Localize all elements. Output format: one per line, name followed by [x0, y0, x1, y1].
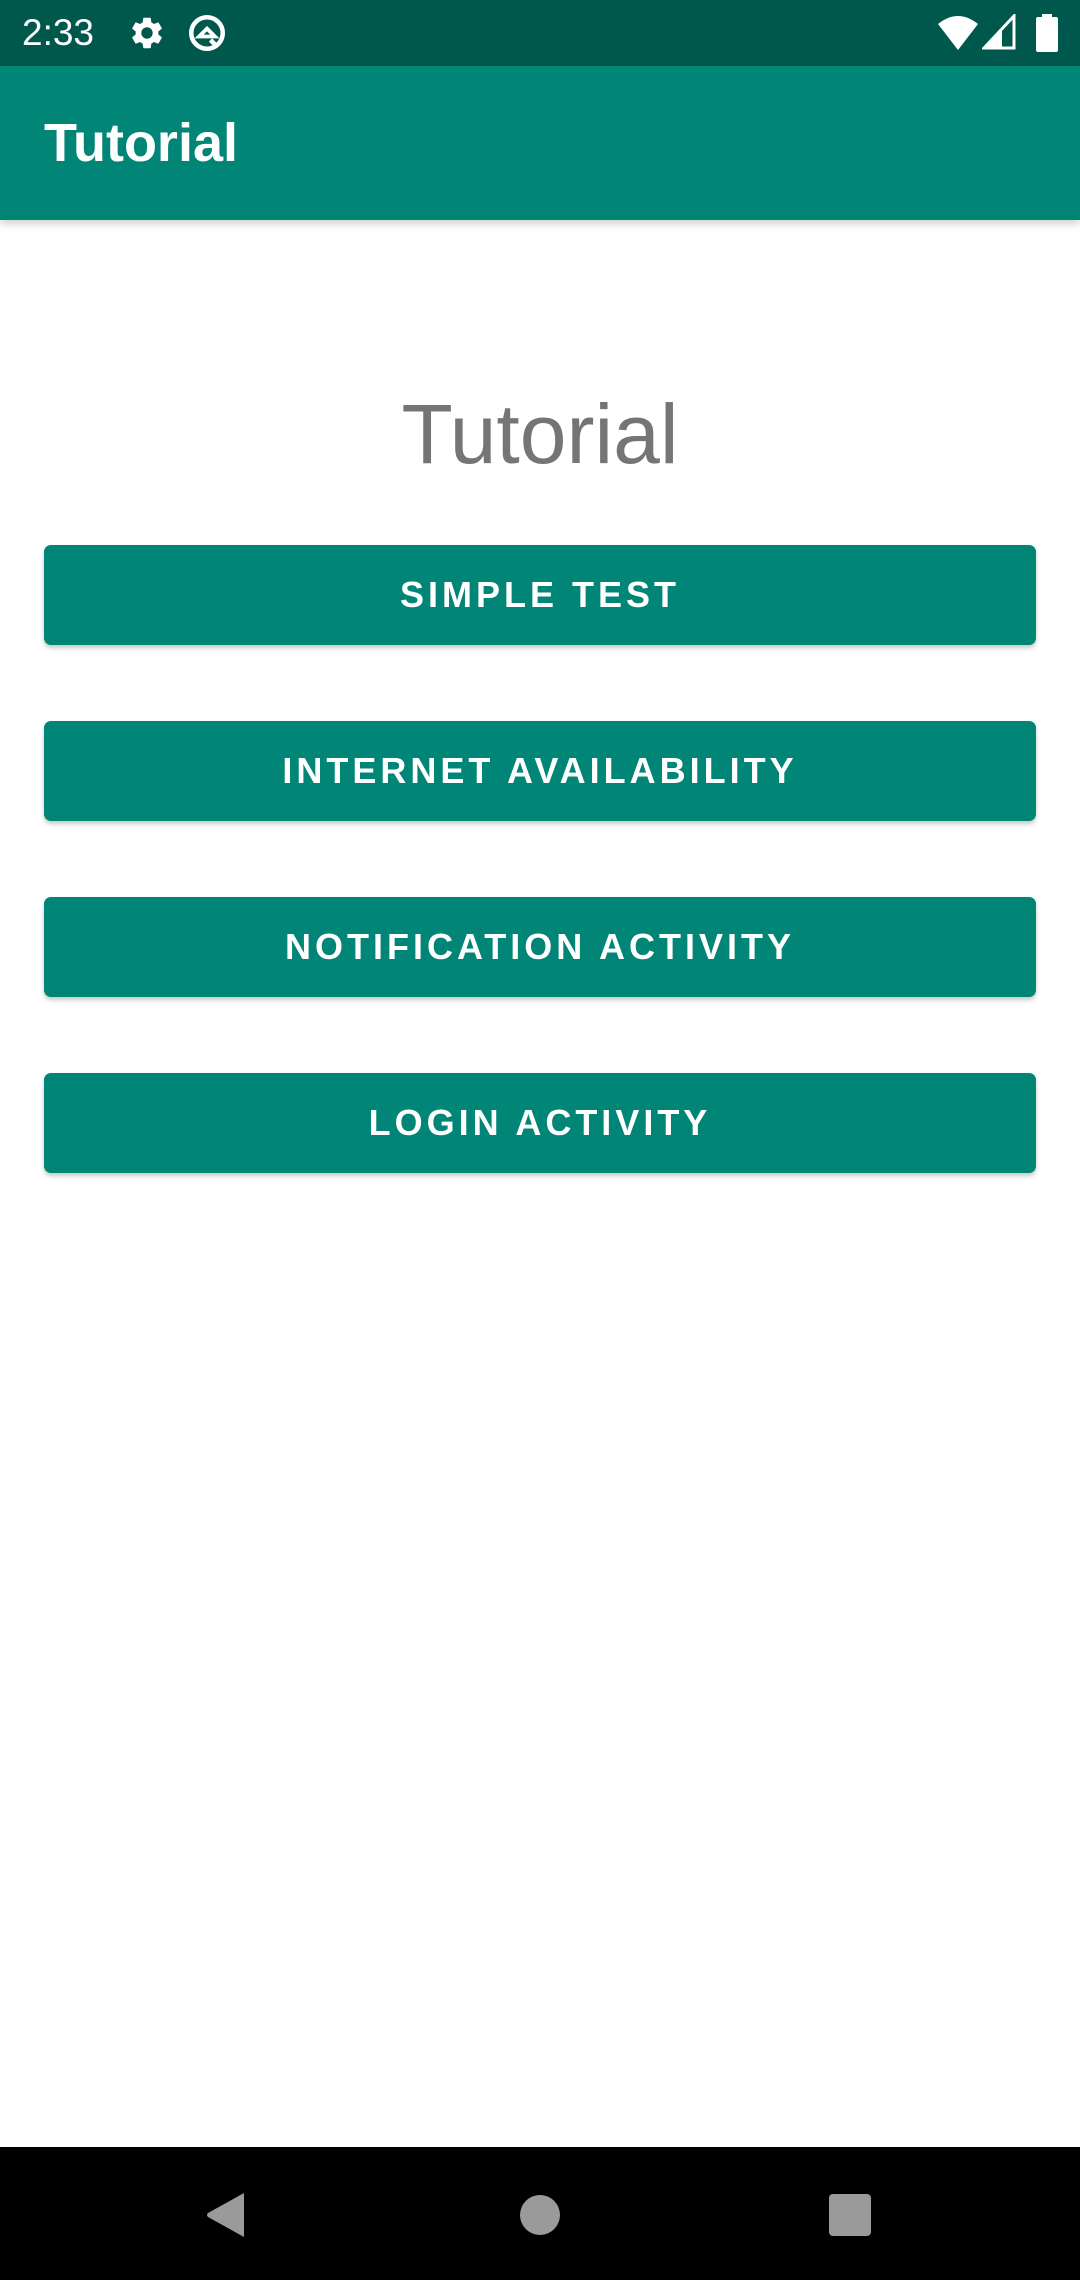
app-title: Tutorial [44, 113, 238, 173]
login-activity-button[interactable]: LOGIN ACTIVITY [44, 1073, 1036, 1173]
wifi-icon [938, 14, 978, 57]
status-bar: 2:33 [0, 0, 1080, 66]
page-heading: Tutorial [401, 387, 679, 481]
battery-icon [1036, 14, 1058, 57]
app-bar: Tutorial [0, 66, 1080, 220]
internet-availability-button[interactable]: INTERNET AVAILABILITY [44, 721, 1036, 821]
status-time: 2:33 [22, 12, 95, 53]
back-icon[interactable] [204, 2191, 246, 2244]
q-logo-icon [186, 12, 228, 59]
cell-signal-icon [980, 12, 1016, 55]
simple-test-button[interactable]: SIMPLE TEST [44, 545, 1036, 645]
navigation-bar [0, 2147, 1080, 2280]
settings-gear-icon [128, 14, 166, 57]
home-icon[interactable] [518, 2193, 562, 2242]
notification-activity-button[interactable]: NOTIFICATION ACTIVITY [44, 897, 1036, 997]
recents-icon[interactable] [828, 2193, 872, 2242]
